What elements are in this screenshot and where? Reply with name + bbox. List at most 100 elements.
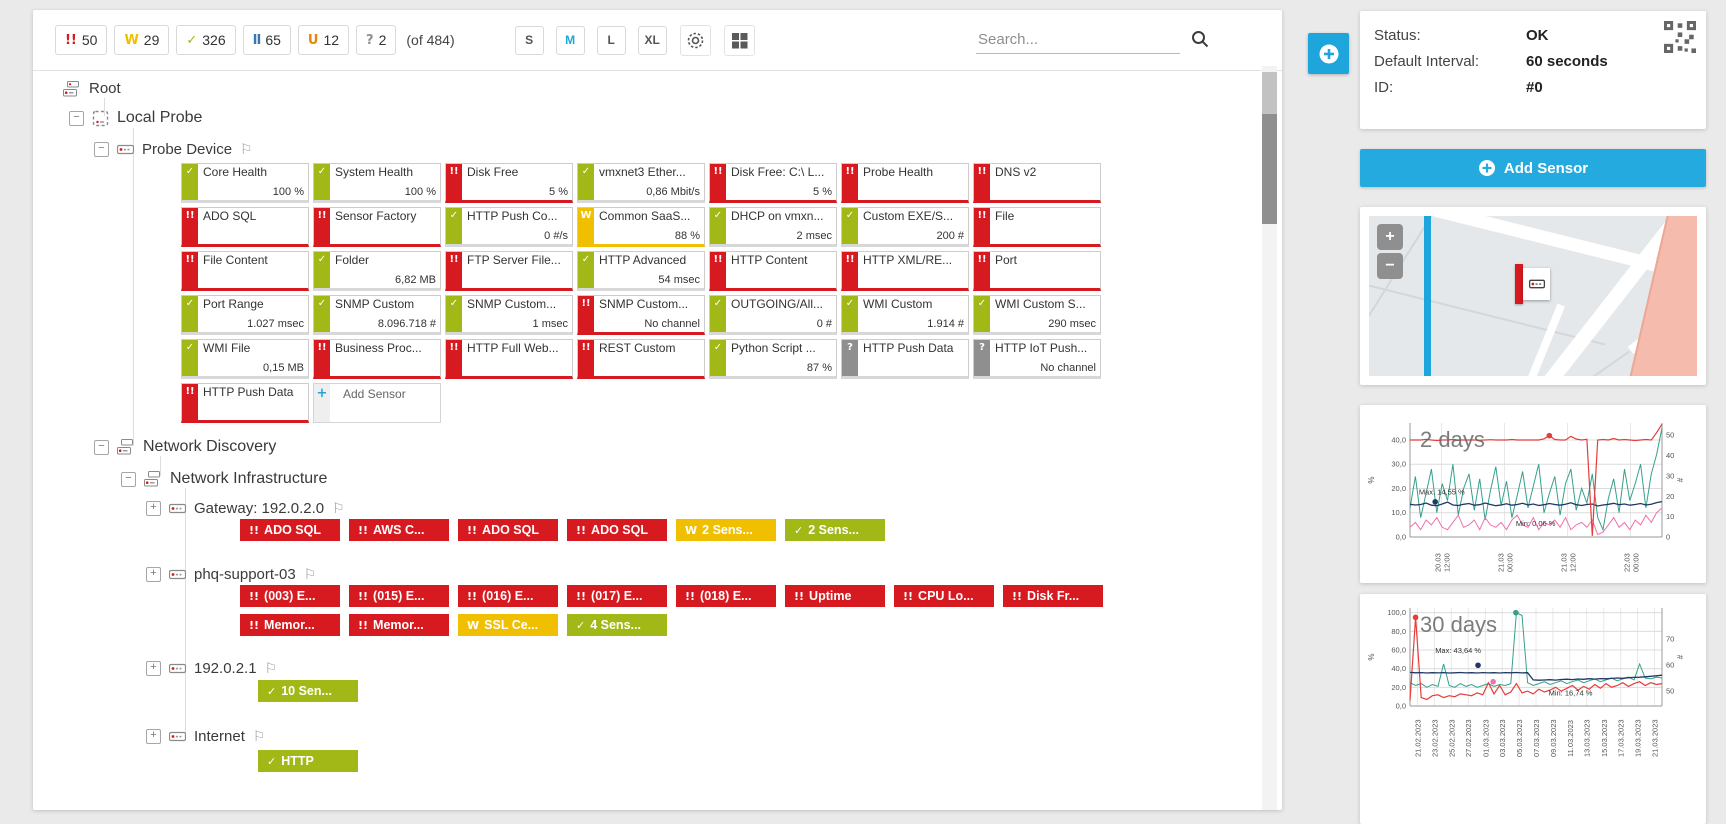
sensor-tile[interactable]: ✓HTTP Advanced54 msec [577, 251, 705, 291]
tree-row-phq-support-03[interactable]: + phq-support-03 ⚐ [146, 566, 316, 583]
tree-row-gateway[interactable]: + Gateway: 192.0.2.0 ⚐ [146, 500, 345, 517]
status-filter-paused[interactable]: II65 [243, 25, 291, 55]
sensor-pill[interactable]: ✓2 Sens... [785, 519, 885, 541]
collapse-icon[interactable]: − [69, 111, 84, 126]
sensor-pill[interactable]: !!ADO SQL [240, 519, 340, 541]
sensor-tile[interactable]: !!ADO SQL [181, 207, 309, 247]
sensor-tile[interactable]: !!HTTP Content [709, 251, 837, 291]
collapse-icon[interactable]: − [94, 142, 109, 157]
status-filter-error[interactable]: !!50 [55, 25, 107, 55]
sensor-tile[interactable]: ✓WMI Custom1.914 # [841, 295, 969, 335]
sensor-tile[interactable]: ✓Folder6,82 MB [313, 251, 441, 291]
search-input[interactable] [976, 27, 1180, 54]
sensor-tile[interactable]: !!Disk Free5 % [445, 163, 573, 203]
flag-icon[interactable]: ⚐ [253, 729, 266, 745]
size-button-m[interactable]: M [556, 26, 585, 55]
sensor-tile[interactable]: !!Disk Free: C:\ L...5 % [709, 163, 837, 203]
flag-icon[interactable]: ⚐ [304, 567, 317, 583]
sensor-tile[interactable]: !!Port [973, 251, 1101, 291]
sensor-tile[interactable]: !!HTTP Full Web... [445, 339, 573, 379]
sensor-tile[interactable]: ✓vmxnet3 Ether...0,86 Mbit/s [577, 163, 705, 203]
search-icon[interactable] [1190, 29, 1210, 54]
sensor-pill[interactable]: !!(018) E... [676, 585, 776, 607]
sensor-tile[interactable]: ?HTTP IoT Push...No channel [973, 339, 1101, 379]
map-zoom-in-button[interactable]: + [1377, 224, 1403, 250]
sensor-tile[interactable]: ✓Python Script ...87 % [709, 339, 837, 379]
tree-row-192-0-2-1[interactable]: + 192.0.2.1 ⚐ [146, 660, 277, 677]
sensor-pill[interactable]: !!Uptime [785, 585, 885, 607]
scrollbar-thumb[interactable] [1262, 72, 1277, 224]
qr-code-icon[interactable] [1664, 21, 1696, 58]
sensor-tile[interactable]: !!HTTP Push Data [181, 383, 309, 423]
expand-icon[interactable]: + [146, 567, 161, 582]
sensor-tile[interactable]: !!File Content [181, 251, 309, 291]
trend-chart-2-days[interactable]: 40,030,020,010,00,05040302010020.0312:00… [1366, 411, 1688, 577]
sensor-tile[interactable]: ✓OUTGOING/All...0 # [709, 295, 837, 335]
size-button-s[interactable]: S [515, 26, 544, 55]
sensor-tile[interactable]: ✓Port Range1.027 msec [181, 295, 309, 335]
sensor-pill[interactable]: !!Memor... [240, 614, 340, 636]
sensor-tile[interactable]: !!File [973, 207, 1101, 247]
sensor-pill[interactable]: !!(016) E... [458, 585, 558, 607]
sensor-tile[interactable]: ✓HTTP Push Co...0 #/s [445, 207, 573, 247]
sensor-pill[interactable]: !!Memor... [349, 614, 449, 636]
sensor-pill[interactable]: !!(003) E... [240, 585, 340, 607]
tree-row-network-discovery[interactable]: − Network Discovery [94, 438, 276, 456]
sensor-pill[interactable]: !!CPU Lo... [894, 585, 994, 607]
flag-icon[interactable]: ⚐ [332, 501, 345, 517]
sensor-tile[interactable]: ✓WMI File0,15 MB [181, 339, 309, 379]
sensor-pill[interactable]: ✓HTTP [258, 750, 358, 772]
sensor-tile[interactable]: ✓Custom EXE/S...200 # [841, 207, 969, 247]
flag-icon[interactable]: ⚐ [240, 142, 253, 158]
sensor-tile[interactable]: ✓SNMP Custom8.096.718 # [313, 295, 441, 335]
sensor-pill[interactable]: ✓4 Sens... [567, 614, 667, 636]
tree-row-internet[interactable]: + Internet ⚐ [146, 728, 265, 745]
map-zoom-out-button[interactable]: − [1377, 253, 1403, 279]
map-device-marker[interactable] [1523, 268, 1550, 300]
tree-row-probe-device[interactable]: − Probe Device ⚐ [94, 141, 253, 158]
panel-add-button[interactable] [1308, 33, 1349, 74]
flag-icon[interactable]: ⚐ [265, 661, 278, 677]
sensor-pill[interactable]: !!AWS C... [349, 519, 449, 541]
sensor-tile[interactable]: !!Sensor Factory [313, 207, 441, 247]
view-settings-button[interactable] [680, 25, 711, 56]
sensor-pill[interactable]: !!ADO SQL [567, 519, 667, 541]
sensor-tile[interactable]: ✓DHCP on vmxn...2 msec [709, 207, 837, 247]
trend-chart-30-days[interactable]: 100,080,060,040,020,00,070605021.02.2023… [1366, 600, 1688, 760]
size-button-xl[interactable]: XL [638, 26, 667, 55]
sensor-tile[interactable]: !!HTTP XML/RE... [841, 251, 969, 291]
sensor-pill[interactable]: WSSL Ce... [458, 614, 558, 636]
grid-view-button[interactable] [724, 25, 755, 56]
size-button-l[interactable]: L [597, 26, 626, 55]
sensor-tile[interactable]: ✓Core Health100 % [181, 163, 309, 203]
tree-scrollbar[interactable] [1262, 66, 1277, 810]
add-sensor-button[interactable]: Add Sensor [1360, 149, 1706, 187]
expand-icon[interactable]: + [146, 661, 161, 676]
sensor-tile[interactable]: ✓WMI Custom S...290 msec [973, 295, 1101, 335]
status-filter-unknown[interactable]: ?2 [356, 25, 396, 55]
status-filter-ok[interactable]: ✓326 [176, 25, 235, 55]
collapse-icon[interactable]: − [94, 440, 109, 455]
collapse-icon[interactable]: − [121, 472, 136, 487]
sensor-tile[interactable]: !!DNS v2 [973, 163, 1101, 203]
sensor-pill[interactable]: !!(017) E... [567, 585, 667, 607]
sensor-tile[interactable]: ✓SNMP Custom...1 msec [445, 295, 573, 335]
tree-row-network-infrastructure[interactable]: − Network Infrastructure [121, 470, 327, 488]
status-filter-unusual[interactable]: U12 [298, 25, 349, 55]
status-filter-warning[interactable]: W29 [114, 25, 169, 55]
sensor-pill[interactable]: !!Disk Fr... [1003, 585, 1103, 607]
sensor-tile[interactable]: !!SNMP Custom...No channel [577, 295, 705, 335]
sensor-tile[interactable]: !!REST Custom [577, 339, 705, 379]
expand-icon[interactable]: + [146, 729, 161, 744]
sensor-tile[interactable]: WCommon SaaS...88 % [577, 207, 705, 247]
location-map[interactable]: + − [1369, 216, 1697, 376]
expand-icon[interactable]: + [146, 501, 161, 516]
sensor-pill[interactable]: W2 Sens... [676, 519, 776, 541]
sensor-tile[interactable]: !!FTP Server File... [445, 251, 573, 291]
sensor-tile[interactable]: !!Probe Health [841, 163, 969, 203]
sensor-pill[interactable]: ✓10 Sen... [258, 680, 358, 702]
tree-row-local-probe[interactable]: − Local Probe [69, 109, 202, 127]
sensor-pill[interactable]: !!ADO SQL [458, 519, 558, 541]
sensor-tile[interactable]: ✓System Health100 % [313, 163, 441, 203]
add-sensor-tile[interactable]: +Add Sensor [313, 383, 441, 423]
